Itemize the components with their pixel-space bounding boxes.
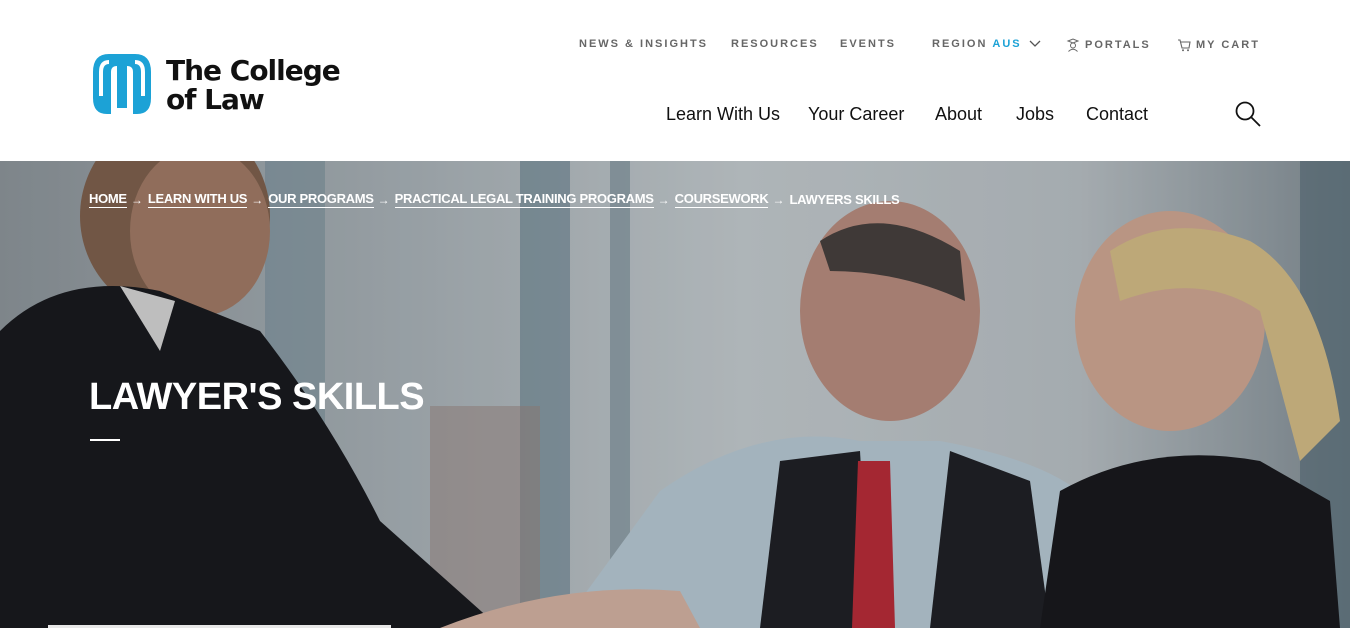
- cart-label: MY CART: [1196, 39, 1260, 51]
- nav-contact[interactable]: Contact: [1086, 104, 1148, 125]
- logo-line-1: The College: [166, 54, 341, 87]
- portals-link[interactable]: PORTALS: [1066, 38, 1151, 52]
- chevron-down-icon: [1029, 40, 1041, 47]
- breadcrumb: HOME → LEARN WITH US → OUR PROGRAMS → PR…: [89, 191, 900, 208]
- nav-learn-with-us[interactable]: Learn With Us: [666, 104, 780, 125]
- events-link[interactable]: EVENTS: [840, 38, 896, 50]
- news-insights-link[interactable]: NEWS & INSIGHTS: [579, 38, 708, 50]
- page-title: LAWYER'S SKILLS: [89, 376, 425, 418]
- breadcrumb-learn-with-us[interactable]: LEARN WITH US: [147, 191, 247, 208]
- breadcrumb-current: LAWYERS SKILLS: [789, 192, 900, 207]
- arrow-right-icon: →: [130, 192, 143, 207]
- region-value: AUS: [992, 38, 1022, 50]
- portals-label: PORTALS: [1085, 39, 1151, 51]
- breadcrumb-our-programs[interactable]: OUR PROGRAMS: [268, 191, 374, 208]
- nav-jobs[interactable]: Jobs: [1016, 104, 1054, 125]
- arrow-right-icon: →: [772, 192, 785, 207]
- site-header: The College of Law NEWS & INSIGHTS RESOU…: [0, 0, 1350, 161]
- cart-link[interactable]: MY CART: [1177, 38, 1260, 52]
- utility-nav: NEWS & INSIGHTS RESOURCES EVENTS REGION …: [0, 38, 1350, 54]
- main-nav: Learn With Us Your Career About Jobs Con…: [0, 104, 1350, 128]
- nav-your-career[interactable]: Your Career: [808, 104, 904, 125]
- resources-link[interactable]: RESOURCES: [731, 38, 819, 50]
- breadcrumb-coursework[interactable]: COURSEWORK: [674, 191, 769, 208]
- region-selector[interactable]: REGION AUS: [932, 38, 1041, 50]
- nav-about[interactable]: About: [935, 104, 982, 125]
- hero-banner: HOME → LEARN WITH US → OUR PROGRAMS → PR…: [0, 161, 1350, 628]
- cart-icon: [1178, 39, 1191, 52]
- arrow-right-icon: →: [657, 192, 670, 207]
- breadcrumb-home[interactable]: HOME: [89, 191, 127, 208]
- arrow-right-icon: →: [251, 192, 264, 207]
- breadcrumb-plt-programs[interactable]: PRACTICAL LEGAL TRAINING PROGRAMS: [394, 191, 654, 208]
- arrow-right-icon: →: [377, 192, 390, 207]
- region-label: REGION: [932, 38, 988, 50]
- graduate-icon: [1066, 38, 1080, 52]
- search-icon[interactable]: [1234, 100, 1262, 128]
- title-underline: [90, 439, 120, 441]
